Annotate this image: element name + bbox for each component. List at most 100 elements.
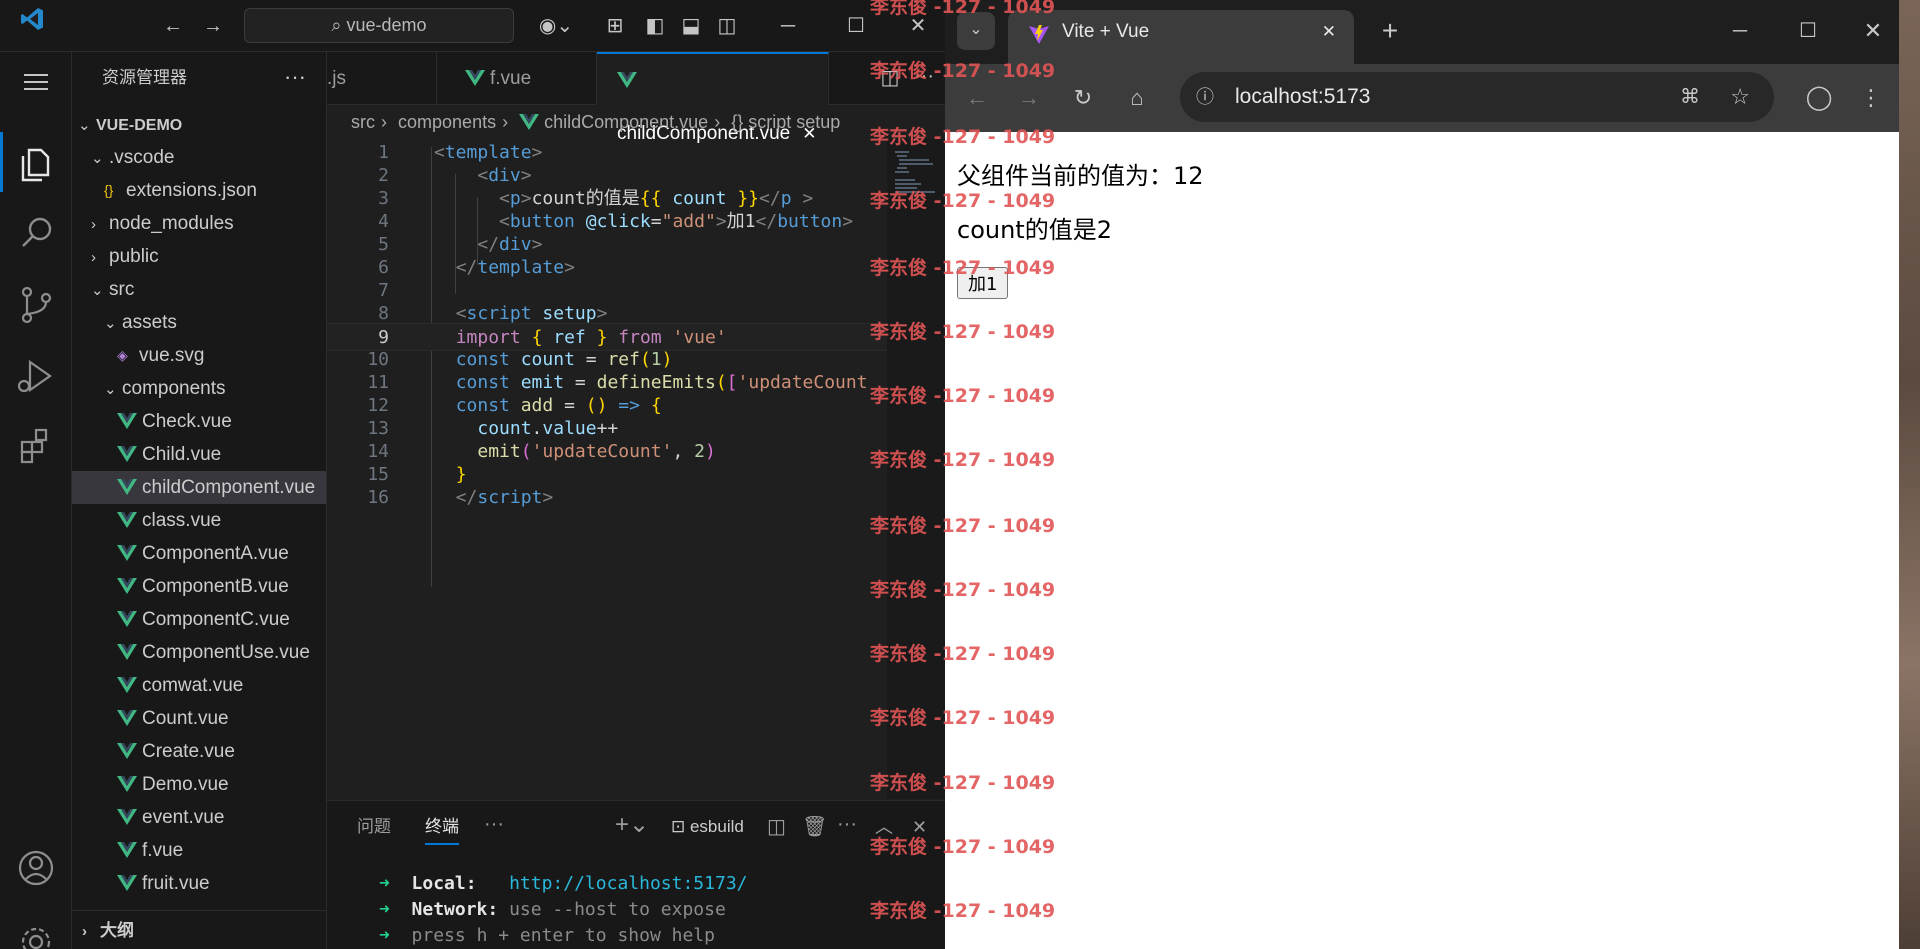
- tree-item[interactable]: Create.vue: [72, 735, 326, 768]
- copilot-icon[interactable]: ◉⌄: [533, 0, 579, 52]
- tree-item[interactable]: ◈ vue.svg: [72, 339, 326, 372]
- tree-item[interactable]: › public: [72, 240, 326, 273]
- reload-icon[interactable]: ↻: [1063, 78, 1103, 118]
- tree-item[interactable]: f.vue: [72, 834, 326, 867]
- watermark-text: 李东俊 -127 - 1049: [870, 836, 1056, 859]
- outline-section[interactable]: › 大纲: [72, 910, 326, 949]
- title-bar: ← → ⌕ vue-demo ◉⌄ ⊞ ◧ ⬓ ◫ ─ ☐ ✕: [0, 0, 945, 52]
- run-debug-icon[interactable]: [0, 346, 72, 406]
- chevron-right-icon: ›: [91, 216, 96, 233]
- new-terminal-icon[interactable]: +⌄: [615, 801, 649, 853]
- profile-icon[interactable]: ◯: [1799, 78, 1839, 118]
- toggle-panel-icon[interactable]: ⬓: [676, 0, 706, 52]
- tab-childcomponent-vue[interactable]: childComponent.vue ✕: [597, 52, 829, 144]
- translate-icon[interactable]: ⌘: [1680, 72, 1700, 122]
- extensions-icon[interactable]: [0, 416, 72, 476]
- breadcrumb-file[interactable]: childComponent.vue: [544, 112, 708, 132]
- site-info-icon[interactable]: ⓘ: [1196, 72, 1214, 122]
- tree-item[interactable]: fruit.vue: [72, 867, 326, 900]
- tree-item[interactable]: childComponent.vue: [72, 471, 326, 504]
- chevron-down-icon: ⌄: [78, 117, 91, 134]
- vue-file-icon: [117, 611, 137, 627]
- browser-tab[interactable]: Vite + Vue ✕: [1008, 10, 1354, 64]
- tab-problems[interactable]: 问题: [357, 801, 391, 853]
- panel-more-icon[interactable]: ···: [484, 801, 504, 853]
- breadcrumb-symbol[interactable]: {} script setup: [731, 112, 840, 132]
- tree-item[interactable]: › node_modules: [72, 207, 326, 240]
- split-terminal-icon[interactable]: ◫: [767, 801, 786, 853]
- vite-favicon-icon: [1029, 25, 1049, 44]
- tree-item[interactable]: ⌄ src: [72, 273, 326, 306]
- tree-item[interactable]: Check.vue: [72, 405, 326, 438]
- trash-icon[interactable]: 🗑: [802, 801, 827, 853]
- watermark-text: 李东俊 -127 - 1049: [870, 900, 1056, 923]
- tree-item[interactable]: ⌄ assets: [72, 306, 326, 339]
- terminal-more-icon[interactable]: ···: [837, 801, 857, 853]
- tree-item[interactable]: comwat.vue: [72, 669, 326, 702]
- vue-file-icon: [117, 710, 137, 726]
- tree-item[interactable]: Demo.vue: [72, 768, 326, 801]
- tab-js[interactable]: .js: [327, 52, 437, 105]
- tree-item[interactable]: {} extensions.json: [72, 174, 326, 207]
- minimize-icon[interactable]: ─: [1720, 12, 1760, 50]
- watermark-text: 李东俊 -127 - 1049: [870, 190, 1056, 213]
- command-center-search[interactable]: ⌕ vue-demo: [244, 8, 514, 43]
- vue-file-icon: [617, 72, 637, 88]
- account-icon[interactable]: [0, 838, 72, 898]
- tree-item-label: ComponentUse.vue: [142, 642, 310, 663]
- tree-item[interactable]: ⌄ components: [72, 372, 326, 405]
- tree-item[interactable]: ComponentA.vue: [72, 537, 326, 570]
- tree-item[interactable]: Child.vue: [72, 438, 326, 471]
- search-icon: ⌕: [331, 15, 347, 35]
- terminal-instance[interactable]: ⊡ esbuild: [671, 801, 744, 853]
- minimap-line: [895, 151, 909, 153]
- tab-terminal[interactable]: 终端: [425, 801, 459, 845]
- vue-file-icon: [117, 512, 137, 528]
- tree-item[interactable]: event.vue: [72, 801, 326, 834]
- menu-icon[interactable]: [0, 52, 72, 112]
- chevron-down-icon: ⌄: [104, 315, 117, 332]
- address-bar[interactable]: ⓘ localhost:5173 ⌘ ☆: [1180, 72, 1774, 122]
- search-icon[interactable]: [0, 202, 72, 262]
- close-icon[interactable]: ✕: [1853, 12, 1893, 50]
- maximize-icon[interactable]: ☐: [838, 0, 874, 52]
- chevron-right-icon: ›: [714, 112, 721, 132]
- editor-tabs: .js f.vue childComponent.vue ✕ ◫ ···: [327, 52, 945, 144]
- tree-item[interactable]: ⌄ VUE-DEMO: [72, 108, 326, 141]
- toggle-sidebar-icon[interactable]: ◧: [640, 0, 670, 52]
- customize-layout-icon[interactable]: ⊞: [600, 0, 630, 52]
- code-editor[interactable]: 1 <template> 2 <div> 3 <p>count的值是{{ coun…: [327, 139, 887, 799]
- browser-menu-icon[interactable]: ⋮: [1851, 78, 1891, 118]
- breadcrumb-components[interactable]: components: [398, 112, 496, 132]
- forward-arrow-icon[interactable]: →: [1009, 78, 1049, 118]
- new-tab-icon[interactable]: +: [1370, 12, 1410, 50]
- terminal-output[interactable]: ➜ Local: http://localhost:5173/ ➜ Networ…: [327, 871, 945, 949]
- tab-close-icon[interactable]: ✕: [1322, 10, 1336, 54]
- explorer-sidebar: 资源管理器 ··· ⌄ VUE-DEMO ⌄ .vscode{} extensions.…: [72, 52, 327, 949]
- source-control-icon[interactable]: [0, 274, 72, 334]
- back-arrow-icon[interactable]: ←: [155, 0, 191, 52]
- explorer-more-icon[interactable]: ···: [284, 52, 306, 102]
- breadcrumb-src[interactable]: src: [351, 112, 375, 132]
- tree-item[interactable]: class.vue: [72, 504, 326, 537]
- tree-item[interactable]: ComponentUse.vue: [72, 636, 326, 669]
- maximize-icon[interactable]: ☐: [1788, 12, 1828, 50]
- tab-f-vue[interactable]: f.vue: [437, 52, 597, 105]
- tree-item-label: fruit.vue: [142, 873, 210, 894]
- tree-item-label: comwat.vue: [142, 675, 244, 696]
- chevron-down-icon: ⌄: [104, 381, 117, 398]
- minimize-icon[interactable]: ─: [770, 0, 806, 52]
- tree-item-label: Child.vue: [142, 444, 222, 465]
- explorer-icon[interactable]: [0, 132, 72, 192]
- bookmark-star-icon[interactable]: ☆: [1730, 72, 1750, 122]
- toggle-secondary-sidebar-icon[interactable]: ◫: [712, 0, 742, 52]
- tree-item[interactable]: ⌄ .vscode: [72, 141, 326, 174]
- manage-gear-icon[interactable]: [0, 912, 72, 949]
- forward-arrow-icon[interactable]: →: [195, 0, 231, 52]
- tree-item[interactable]: ComponentB.vue: [72, 570, 326, 603]
- vue-file-icon: [117, 578, 137, 594]
- tree-item[interactable]: ComponentC.vue: [72, 603, 326, 636]
- tree-item[interactable]: Count.vue: [72, 702, 326, 735]
- home-icon[interactable]: ⌂: [1117, 78, 1157, 118]
- back-arrow-icon[interactable]: ←: [957, 78, 997, 118]
